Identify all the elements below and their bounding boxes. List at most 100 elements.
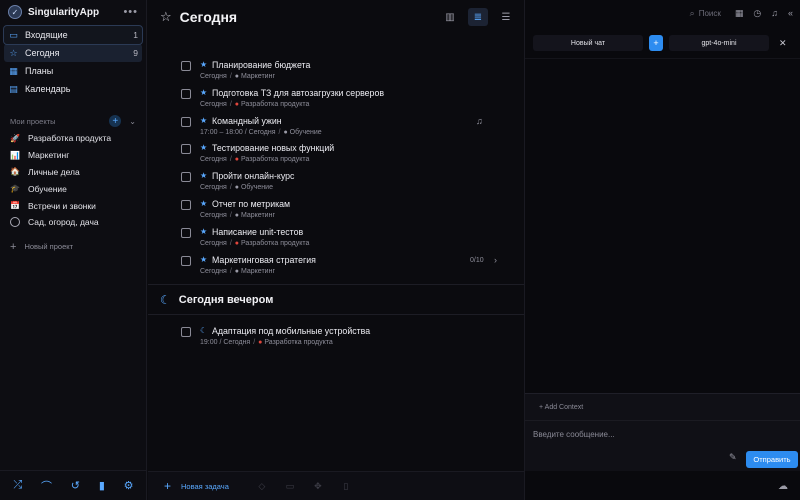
nav-item[interactable]: ▦ Планы xyxy=(4,62,142,80)
task-row[interactable]: ★ Подготовка ТЗ для автозагрузки серверов… xyxy=(178,87,508,115)
chevron-down-icon[interactable]: ⌄ xyxy=(129,117,136,126)
project-emoji-icon: 🚀 xyxy=(10,133,20,143)
task-checkbox[interactable] xyxy=(181,172,191,183)
task-meta: 17:00 – 18:00 / Сегодня / ● Обучение xyxy=(200,128,322,136)
project-item[interactable]: 📊 Маркетинг xyxy=(0,147,146,164)
wifi-icon[interactable]: ⌒ xyxy=(41,478,52,494)
task-time: 19:00 xyxy=(200,339,218,346)
history-icon[interactable]: ↺ xyxy=(71,479,80,492)
bell-icon[interactable]: ♫ xyxy=(476,116,483,126)
calendar-icon[interactable]: ▭ xyxy=(281,481,299,492)
task-date: Сегодня xyxy=(200,184,227,192)
star-icon: ☆ xyxy=(9,47,18,58)
gear-icon[interactable]: ⚙ xyxy=(124,479,134,492)
add-chat-button[interactable]: + xyxy=(649,35,663,51)
task-row[interactable]: ★ Командный ужин 17:00 – 18:00 / Сегодня / ●… xyxy=(178,115,508,143)
task-project: Разработка продукта xyxy=(264,339,333,346)
search-box[interactable]: ⌕ Поиск xyxy=(686,5,725,21)
layers-icon[interactable]: ◇ xyxy=(253,481,271,492)
new-task-button[interactable]: Новая задача xyxy=(181,482,229,491)
sidebar: ✓ SingularityApp ••• ▭ Входящие 1 ☆ Сегодня 9… xyxy=(0,0,147,500)
task-meta: Сегодня / ● Разработка продукта xyxy=(200,156,310,164)
task-checkbox[interactable] xyxy=(181,200,191,210)
chat-composer: + Add Context ✎ Отправить xyxy=(525,393,800,471)
app-header: ✓ SingularityApp ••• xyxy=(0,0,146,24)
task-row[interactable]: ★ Отчет по метрикам Сегодня / ● Маркетинг xyxy=(178,198,508,226)
project-item[interactable]: 🏠 Личные дела xyxy=(0,164,146,181)
timer-icon[interactable]: ◷ xyxy=(753,8,761,19)
trash-icon[interactable]: ▮ xyxy=(99,479,105,492)
close-icon[interactable]: ✕ xyxy=(779,38,787,49)
task-title: Маркетинговая стратегия xyxy=(212,254,316,265)
project-item[interactable]: 📅 Встречи и звонки xyxy=(0,197,146,214)
filter-icon[interactable]: ☰ xyxy=(496,8,516,26)
task-checkbox[interactable] xyxy=(181,255,191,266)
archive-icon[interactable]: ▯ xyxy=(337,481,355,492)
task-project: Обучение xyxy=(289,128,322,136)
task-row[interactable]: ☾ Адаптация под мобильные устройства 19:00… xyxy=(178,325,508,353)
project-dot-icon: ● xyxy=(234,267,240,275)
task-row[interactable]: ★ Планирование бюджета Сегодня / ● Маркетинг xyxy=(178,59,508,87)
task-row[interactable]: ★ Пройти онлайн-курс Сегодня / ● Обучение xyxy=(178,170,508,198)
kanban-view-icon[interactable]: ▥ xyxy=(440,8,460,26)
task-title: Адаптация под мобильные устройства xyxy=(212,326,371,336)
project-item[interactable]: Сад, огород, дача xyxy=(0,214,146,231)
microphone-icon[interactable]: ✎ xyxy=(729,452,737,463)
task-date: Сегодня xyxy=(200,73,227,80)
move-icon[interactable]: ✥ xyxy=(309,481,327,492)
task-title: Отчет по метрикам xyxy=(212,199,291,209)
new-chat-button[interactable]: Новый чат xyxy=(533,35,643,51)
chevron-right-icon[interactable]: › xyxy=(494,255,497,265)
add-project-icon[interactable]: + xyxy=(109,115,122,127)
new-project-button[interactable]: + Новый проект xyxy=(0,239,146,255)
task-meta: Сегодня / ● Разработка продукта xyxy=(200,239,310,247)
shuffle-icon[interactable]: ⤮ xyxy=(13,479,22,492)
task-project: Маркетинг xyxy=(240,267,276,275)
task-title: Пройти онлайн-курс xyxy=(212,171,295,182)
chat-toolbar: Новый чат + gpt-4o-mini ✕ xyxy=(533,34,793,52)
project-emoji-icon: 🎓 xyxy=(10,184,20,194)
list-view-icon[interactable]: ≣ xyxy=(468,8,488,26)
task-title: Командный ужин xyxy=(212,115,282,126)
task-row[interactable]: ★ Маркетинговая стратегия Сегодня / ● Маркет… xyxy=(178,254,508,282)
task-project: Разработка продукта xyxy=(240,239,310,247)
nav-item[interactable]: ☆ Сегодня 9 xyxy=(4,44,142,62)
project-item[interactable]: 🎓 Обучение xyxy=(0,180,146,197)
collapse-icon[interactable]: « xyxy=(788,8,793,18)
calendar-icon[interactable]: ▦ xyxy=(735,8,744,19)
cloud-icon[interactable]: ☁ xyxy=(778,481,788,492)
task-checkbox[interactable] xyxy=(181,61,191,71)
nav-item-label: Планы xyxy=(25,66,54,76)
more-options-icon[interactable]: ••• xyxy=(123,6,138,18)
task-row[interactable]: ★ Написание unit-тестов Сегодня / ● Разработ… xyxy=(178,226,508,254)
project-emoji-icon: 📅 xyxy=(10,201,20,211)
plus-icon[interactable]: + xyxy=(164,479,171,493)
task-checkbox[interactable] xyxy=(181,116,191,127)
project-dot-icon: ● xyxy=(258,339,263,346)
task-checkbox[interactable] xyxy=(181,327,191,337)
message-input[interactable] xyxy=(533,426,783,442)
project-item[interactable]: 🚀 Разработка продукта xyxy=(0,130,146,147)
task-checkbox[interactable] xyxy=(181,88,191,99)
star-outline-icon: ☆ xyxy=(160,9,172,24)
model-select[interactable]: gpt-4o-mini xyxy=(669,35,769,51)
task-row[interactable]: ★ Тестирование новых функций Сегодня / ● Раз… xyxy=(178,142,508,170)
task-date: Сегодня xyxy=(200,212,227,219)
plus-icon: + xyxy=(10,240,17,253)
task-checkbox[interactable] xyxy=(181,227,191,238)
task-checkbox[interactable] xyxy=(181,144,191,155)
task-project: Маркетинг xyxy=(240,73,276,80)
nav-item[interactable]: ▭ Входящие 1 xyxy=(3,25,143,45)
task-title: Тестирование новых функций xyxy=(212,143,335,154)
section-divider xyxy=(148,314,524,315)
send-button[interactable]: Отправить xyxy=(746,451,798,468)
app-logo-icon[interactable]: ✓ xyxy=(8,5,22,19)
task-date: Сегодня xyxy=(200,100,227,108)
calendar-grid-icon: ▦ xyxy=(9,65,18,76)
add-context-button[interactable]: + Add Context xyxy=(539,404,583,411)
sidebar-toolbar: ⤮ ⌒ ↺ ▮ ⚙ xyxy=(0,470,147,500)
nav-item[interactable]: ▤ Календарь xyxy=(4,80,142,98)
search-icon: ⌕ xyxy=(689,7,695,18)
star-icon: ★ xyxy=(200,87,208,97)
bell-icon[interactable]: ♫ xyxy=(771,8,778,18)
